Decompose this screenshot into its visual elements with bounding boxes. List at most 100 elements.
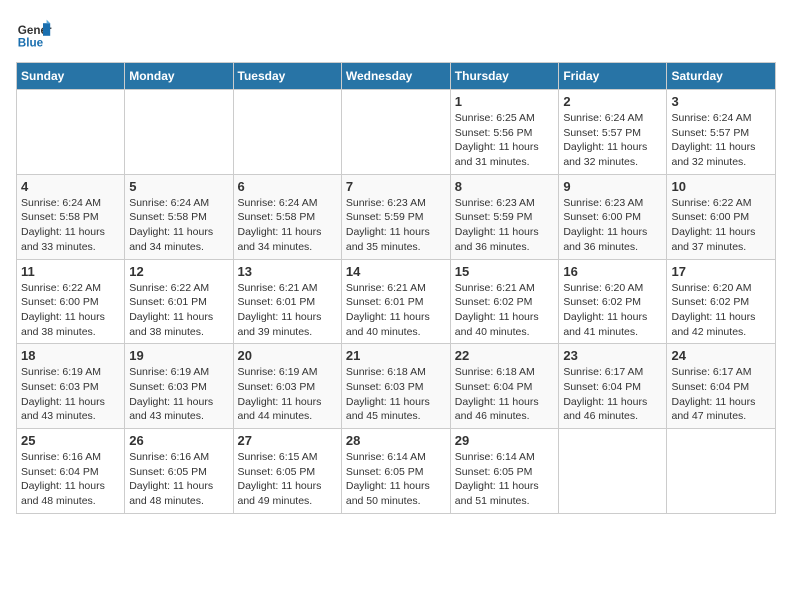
calendar-cell: 17 Sunrise: 6:20 AM Sunset: 6:02 PM Dayli… bbox=[667, 259, 776, 344]
day-info: Sunrise: 6:19 AM Sunset: 6:03 PM Dayligh… bbox=[238, 365, 337, 424]
calendar-cell: 1 Sunrise: 6:25 AM Sunset: 5:56 PM Daylig… bbox=[450, 90, 559, 175]
day-number: 9 bbox=[563, 179, 662, 194]
calendar-cell: 15 Sunrise: 6:21 AM Sunset: 6:02 PM Dayli… bbox=[450, 259, 559, 344]
day-number: 21 bbox=[346, 348, 446, 363]
day-number: 17 bbox=[671, 264, 771, 279]
day-number: 26 bbox=[129, 433, 228, 448]
week-row-3: 18 Sunrise: 6:19 AM Sunset: 6:03 PM Dayli… bbox=[17, 344, 776, 429]
week-row-2: 11 Sunrise: 6:22 AM Sunset: 6:00 PM Dayli… bbox=[17, 259, 776, 344]
day-number: 7 bbox=[346, 179, 446, 194]
day-header-monday: Monday bbox=[125, 63, 233, 90]
calendar-cell: 29 Sunrise: 6:14 AM Sunset: 6:05 PM Dayli… bbox=[450, 429, 559, 514]
day-info: Sunrise: 6:23 AM Sunset: 5:59 PM Dayligh… bbox=[346, 196, 446, 255]
calendar-cell: 13Sunrise: 6:21 AM Sunset: 6:01 PM Dayli… bbox=[233, 259, 341, 344]
calendar-cell: 18 Sunrise: 6:19 AM Sunset: 6:03 PM Dayli… bbox=[17, 344, 125, 429]
day-info: Sunrise: 6:22 AM Sunset: 6:00 PM Dayligh… bbox=[21, 281, 120, 340]
day-number: 10 bbox=[671, 179, 771, 194]
calendar-cell bbox=[125, 90, 233, 175]
day-number: 18 bbox=[21, 348, 120, 363]
calendar-cell: 9Sunrise: 6:23 AM Sunset: 6:00 PM Daylig… bbox=[559, 174, 667, 259]
day-info: Sunrise: 6:24 AM Sunset: 5:57 PM Dayligh… bbox=[563, 111, 662, 170]
calendar-cell: 6 Sunrise: 6:24 AM Sunset: 5:58 PM Daylig… bbox=[233, 174, 341, 259]
calendar-cell: 12 Sunrise: 6:22 AM Sunset: 6:01 PM Dayli… bbox=[125, 259, 233, 344]
day-info: Sunrise: 6:14 AM Sunset: 6:05 PM Dayligh… bbox=[455, 450, 555, 509]
day-info: Sunrise: 6:24 AM Sunset: 5:58 PM Dayligh… bbox=[21, 196, 120, 255]
calendar-cell: 27Sunrise: 6:15 AM Sunset: 6:05 PM Dayli… bbox=[233, 429, 341, 514]
day-number: 4 bbox=[21, 179, 120, 194]
day-info: Sunrise: 6:22 AM Sunset: 6:01 PM Dayligh… bbox=[129, 281, 228, 340]
day-number: 29 bbox=[455, 433, 555, 448]
day-info: Sunrise: 6:19 AM Sunset: 6:03 PM Dayligh… bbox=[129, 365, 228, 424]
day-number: 14 bbox=[346, 264, 446, 279]
day-number: 5 bbox=[129, 179, 228, 194]
calendar-cell: 25 Sunrise: 6:16 AM Sunset: 6:04 PM Dayli… bbox=[17, 429, 125, 514]
day-number: 3 bbox=[671, 94, 771, 109]
day-header-tuesday: Tuesday bbox=[233, 63, 341, 90]
calendar-table: SundayMondayTuesdayWednesdayThursdayFrid… bbox=[16, 62, 776, 514]
header: General Blue bbox=[16, 16, 776, 52]
day-header-friday: Friday bbox=[559, 63, 667, 90]
week-row-0: 1 Sunrise: 6:25 AM Sunset: 5:56 PM Daylig… bbox=[17, 90, 776, 175]
day-number: 16 bbox=[563, 264, 662, 279]
logo: General Blue bbox=[16, 16, 56, 52]
calendar-cell bbox=[667, 429, 776, 514]
day-number: 1 bbox=[455, 94, 555, 109]
day-number: 19 bbox=[129, 348, 228, 363]
day-number: 23 bbox=[563, 348, 662, 363]
day-info: Sunrise: 6:21 AM Sunset: 6:02 PM Dayligh… bbox=[455, 281, 555, 340]
calendar-cell bbox=[233, 90, 341, 175]
day-info: Sunrise: 6:20 AM Sunset: 6:02 PM Dayligh… bbox=[671, 281, 771, 340]
calendar-cell: 7 Sunrise: 6:23 AM Sunset: 5:59 PM Daylig… bbox=[341, 174, 450, 259]
day-info: Sunrise: 6:19 AM Sunset: 6:03 PM Dayligh… bbox=[21, 365, 120, 424]
day-number: 2 bbox=[563, 94, 662, 109]
day-number: 13 bbox=[238, 264, 337, 279]
calendar-cell: 28Sunrise: 6:14 AM Sunset: 6:05 PM Dayli… bbox=[341, 429, 450, 514]
day-number: 20 bbox=[238, 348, 337, 363]
calendar-cell: 16 Sunrise: 6:20 AM Sunset: 6:02 PM Dayli… bbox=[559, 259, 667, 344]
day-number: 11 bbox=[21, 264, 120, 279]
calendar-cell: 20 Sunrise: 6:19 AM Sunset: 6:03 PM Dayli… bbox=[233, 344, 341, 429]
day-info: Sunrise: 6:17 AM Sunset: 6:04 PM Dayligh… bbox=[671, 365, 771, 424]
day-number: 15 bbox=[455, 264, 555, 279]
calendar-cell bbox=[559, 429, 667, 514]
day-info: Sunrise: 6:25 AM Sunset: 5:56 PM Dayligh… bbox=[455, 111, 555, 170]
day-info: Sunrise: 6:18 AM Sunset: 6:04 PM Dayligh… bbox=[455, 365, 555, 424]
calendar-cell bbox=[341, 90, 450, 175]
calendar-cell: 19 Sunrise: 6:19 AM Sunset: 6:03 PM Dayli… bbox=[125, 344, 233, 429]
calendar-cell: 3 Sunrise: 6:24 AM Sunset: 5:57 PM Daylig… bbox=[667, 90, 776, 175]
day-info: Sunrise: 6:16 AM Sunset: 6:05 PM Dayligh… bbox=[129, 450, 228, 509]
day-info: Sunrise: 6:24 AM Sunset: 5:57 PM Dayligh… bbox=[671, 111, 771, 170]
svg-text:Blue: Blue bbox=[18, 37, 44, 50]
day-info: Sunrise: 6:23 AM Sunset: 5:59 PM Dayligh… bbox=[455, 196, 555, 255]
day-number: 24 bbox=[671, 348, 771, 363]
day-number: 22 bbox=[455, 348, 555, 363]
calendar-cell: 8 Sunrise: 6:23 AM Sunset: 5:59 PM Daylig… bbox=[450, 174, 559, 259]
day-info: Sunrise: 6:20 AM Sunset: 6:02 PM Dayligh… bbox=[563, 281, 662, 340]
day-header-sunday: Sunday bbox=[17, 63, 125, 90]
calendar-cell: 4 Sunrise: 6:24 AM Sunset: 5:58 PM Daylig… bbox=[17, 174, 125, 259]
day-number: 8 bbox=[455, 179, 555, 194]
day-header-thursday: Thursday bbox=[450, 63, 559, 90]
day-number: 27 bbox=[238, 433, 337, 448]
calendar-cell: 10 Sunrise: 6:22 AM Sunset: 6:00 PM Dayli… bbox=[667, 174, 776, 259]
day-info: Sunrise: 6:18 AM Sunset: 6:03 PM Dayligh… bbox=[346, 365, 446, 424]
logo-icon: General Blue bbox=[16, 16, 52, 52]
calendar-cell: 5 Sunrise: 6:24 AM Sunset: 5:58 PM Daylig… bbox=[125, 174, 233, 259]
day-info: Sunrise: 6:24 AM Sunset: 5:58 PM Dayligh… bbox=[129, 196, 228, 255]
day-number: 6 bbox=[238, 179, 337, 194]
day-info: Sunrise: 6:22 AM Sunset: 6:00 PM Dayligh… bbox=[671, 196, 771, 255]
day-info: Sunrise: 6:24 AM Sunset: 5:58 PM Dayligh… bbox=[238, 196, 337, 255]
day-number: 28 bbox=[346, 433, 446, 448]
calendar-cell: 11 Sunrise: 6:22 AM Sunset: 6:00 PM Dayli… bbox=[17, 259, 125, 344]
calendar-cell bbox=[17, 90, 125, 175]
day-number: 12 bbox=[129, 264, 228, 279]
calendar-cell: 24 Sunrise: 6:17 AM Sunset: 6:04 PM Dayli… bbox=[667, 344, 776, 429]
week-row-4: 25 Sunrise: 6:16 AM Sunset: 6:04 PM Dayli… bbox=[17, 429, 776, 514]
day-info: Sunrise: 6:16 AM Sunset: 6:04 PM Dayligh… bbox=[21, 450, 120, 509]
calendar-cell: 22 Sunrise: 6:18 AM Sunset: 6:04 PM Dayli… bbox=[450, 344, 559, 429]
day-number: 25 bbox=[21, 433, 120, 448]
calendar-header-row: SundayMondayTuesdayWednesdayThursdayFrid… bbox=[17, 63, 776, 90]
calendar-cell: 23Sunrise: 6:17 AM Sunset: 6:04 PM Dayli… bbox=[559, 344, 667, 429]
day-header-saturday: Saturday bbox=[667, 63, 776, 90]
week-row-1: 4 Sunrise: 6:24 AM Sunset: 5:58 PM Daylig… bbox=[17, 174, 776, 259]
